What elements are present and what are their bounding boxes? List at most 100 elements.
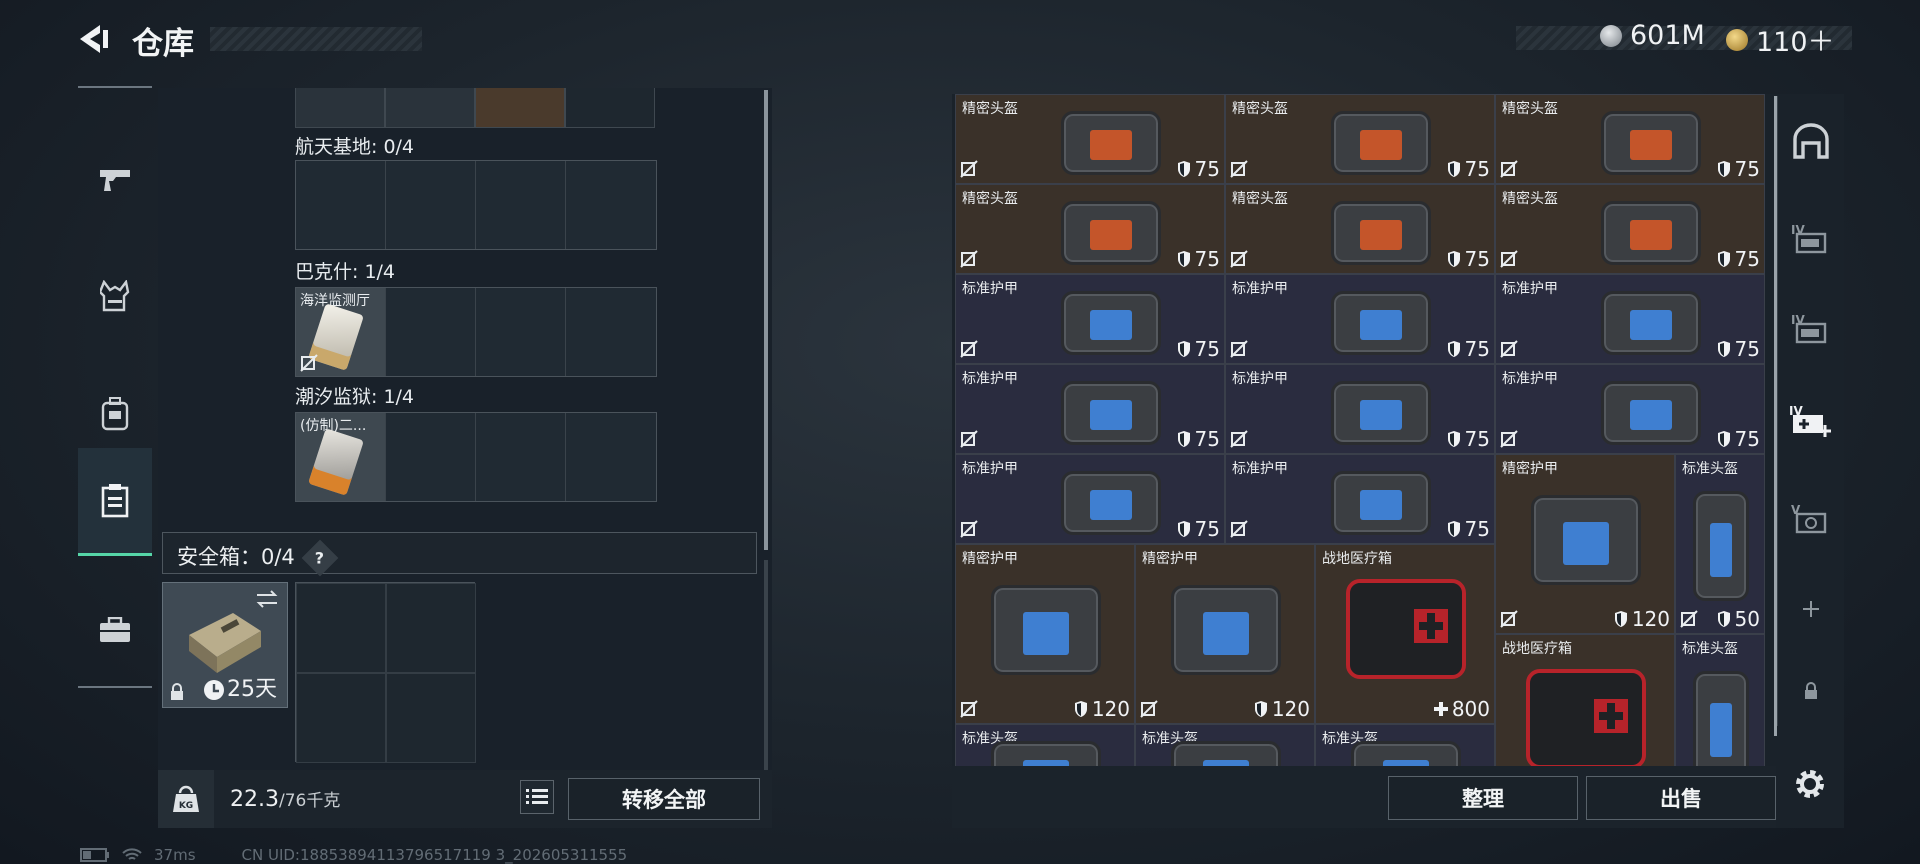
stash-item[interactable]: 精密头盔 75 [1225,184,1495,274]
left-rail [78,86,152,688]
stash-item[interactable]: 标准护甲 75 [1225,364,1495,454]
grid-slot[interactable] [476,288,566,376]
stash-item[interactable]: 精密头盔 75 [1495,184,1765,274]
currency-gold-value: 110＋ [1756,27,1835,58]
battery-icon [80,848,109,862]
item-name: 精密头盔 [1502,191,1558,207]
grid-slot[interactable] [476,413,566,501]
document-item[interactable]: (仿制)二... [296,413,386,501]
grid-slot[interactable] [386,161,476,249]
grid-slot[interactable] [565,88,655,128]
grid-slot[interactable] [296,673,386,763]
document-item[interactable]: 海洋监测厅 [296,288,386,376]
no-discard-icon [960,340,978,358]
stash-item[interactable]: 标准头盔 [1675,634,1765,766]
grid-slot[interactable] [295,88,385,128]
stash-item[interactable]: 战地医疗箱 [1495,634,1675,766]
no-discard-icon [1140,700,1158,718]
grid-slot[interactable] [386,583,476,673]
stash-item[interactable]: 标准护甲 75 [955,364,1225,454]
armor-vest-icon [991,585,1101,675]
timer-text: 25天 [227,677,277,702]
sell-button[interactable]: 出售 [1586,776,1776,820]
wifi-icon [122,848,142,860]
grid-slot[interactable] [476,161,566,249]
rail-helmet-slot[interactable] [1780,96,1842,186]
item-value: 75 [1176,517,1220,541]
rail-v-slot[interactable]: V [1780,474,1842,564]
helmet-slot-icon [1793,123,1829,159]
rail-weapon[interactable] [78,126,152,234]
stash-item[interactable]: 标准护甲 75 [1495,274,1765,364]
help-icon[interactable]: ? [302,539,339,577]
grid-slot[interactable] [296,161,386,249]
stash-item[interactable]: 精密头盔 75 [955,94,1225,184]
stash-item[interactable]: 精密头盔 75 [1225,94,1495,184]
item-name: 标准护甲 [962,461,1018,477]
right-scrollbar[interactable] [1774,96,1777,736]
stash-item[interactable]: 标准护甲 75 [1495,364,1765,454]
grid-slot[interactable] [566,161,656,249]
rail-container[interactable] [78,448,152,556]
item-name: 战地医疗箱 [1502,641,1572,657]
item-name: 标准护甲 [962,371,1018,387]
stash-item[interactable]: 标准护甲 75 [955,274,1225,364]
stash-item[interactable]: 标准头盔 [1315,724,1495,766]
no-discard-icon [960,250,978,268]
list-view-button[interactable] [520,780,554,814]
grid-slot[interactable] [386,288,476,376]
stash-item[interactable]: 精密护甲 120 [955,544,1135,724]
rail-lock[interactable] [1780,646,1842,736]
stash-item[interactable]: 战地医疗箱 800 [1315,544,1495,724]
stash-item[interactable]: 标准护甲 75 [955,454,1225,544]
stash-item[interactable]: 精密头盔 75 [955,184,1225,274]
item-name: 精密头盔 [1232,191,1288,207]
rail-folder-iv-2[interactable]: IV [1780,284,1842,374]
stash-item[interactable]: 精密头盔 75 [1495,94,1765,184]
stash-item[interactable]: 精密护甲 120 [1135,544,1315,724]
no-discard-icon [1230,340,1248,358]
item-value: 75 [1716,157,1760,181]
stash-item[interactable]: 精密护甲 120 [1495,454,1675,634]
rail-vest[interactable] [78,242,152,350]
helmet-icon [1061,111,1161,175]
safe-box-item[interactable]: 25天 [162,582,288,708]
left-scrollbar[interactable] [764,90,768,550]
grid-slot[interactable] [386,413,476,501]
item-name: 标准头盔 [1682,641,1738,657]
grid-slot[interactable] [566,288,656,376]
gear-icon[interactable] [1790,764,1830,804]
header: 仓库 601M 110＋ [0,0,1920,80]
item-name: 标准护甲 [1502,371,1558,387]
sort-button[interactable]: 整理 [1388,776,1578,820]
rail-add-iv[interactable]: IV [1780,376,1842,466]
uid-text: CN UID:18853894113796517119 3_2026053115… [241,846,628,864]
shield-icon [1177,161,1190,177]
rail-folder-iv-1[interactable]: IV [1780,194,1842,284]
grid-slot[interactable] [296,583,386,673]
back-icon[interactable] [78,22,112,56]
grid-slot[interactable] [566,413,656,501]
item-name: 标准护甲 [1232,281,1288,297]
stash-item[interactable]: 标准护甲 75 [1225,454,1495,544]
shield-icon [1614,611,1627,627]
grid-slot[interactable] [385,88,475,128]
rail-case[interactable] [78,576,152,684]
grid-slot[interactable] [475,88,565,128]
item-value: 75 [1446,247,1490,271]
item-name: 标准头盔 [1682,461,1738,477]
transfer-all-button[interactable]: 转移全部 [568,778,760,820]
v-lock-icon: V [1791,503,1827,534]
stash-item[interactable]: 标准护甲 75 [1225,274,1495,364]
item-value-text: 75 [1194,247,1220,271]
no-discard-icon [1500,340,1518,358]
stash-item[interactable]: 标准头盔 [1135,724,1315,766]
rail-add[interactable] [1780,564,1842,654]
item-value: 75 [1716,247,1760,271]
grid-slot[interactable] [386,673,476,763]
no-discard-icon [1680,610,1698,628]
stash-item[interactable]: 标准头盔 50 [1675,454,1765,634]
stash-item[interactable]: 标准头盔 [955,724,1135,766]
item-value-text: 75 [1464,427,1490,451]
lock-icon [171,683,183,700]
